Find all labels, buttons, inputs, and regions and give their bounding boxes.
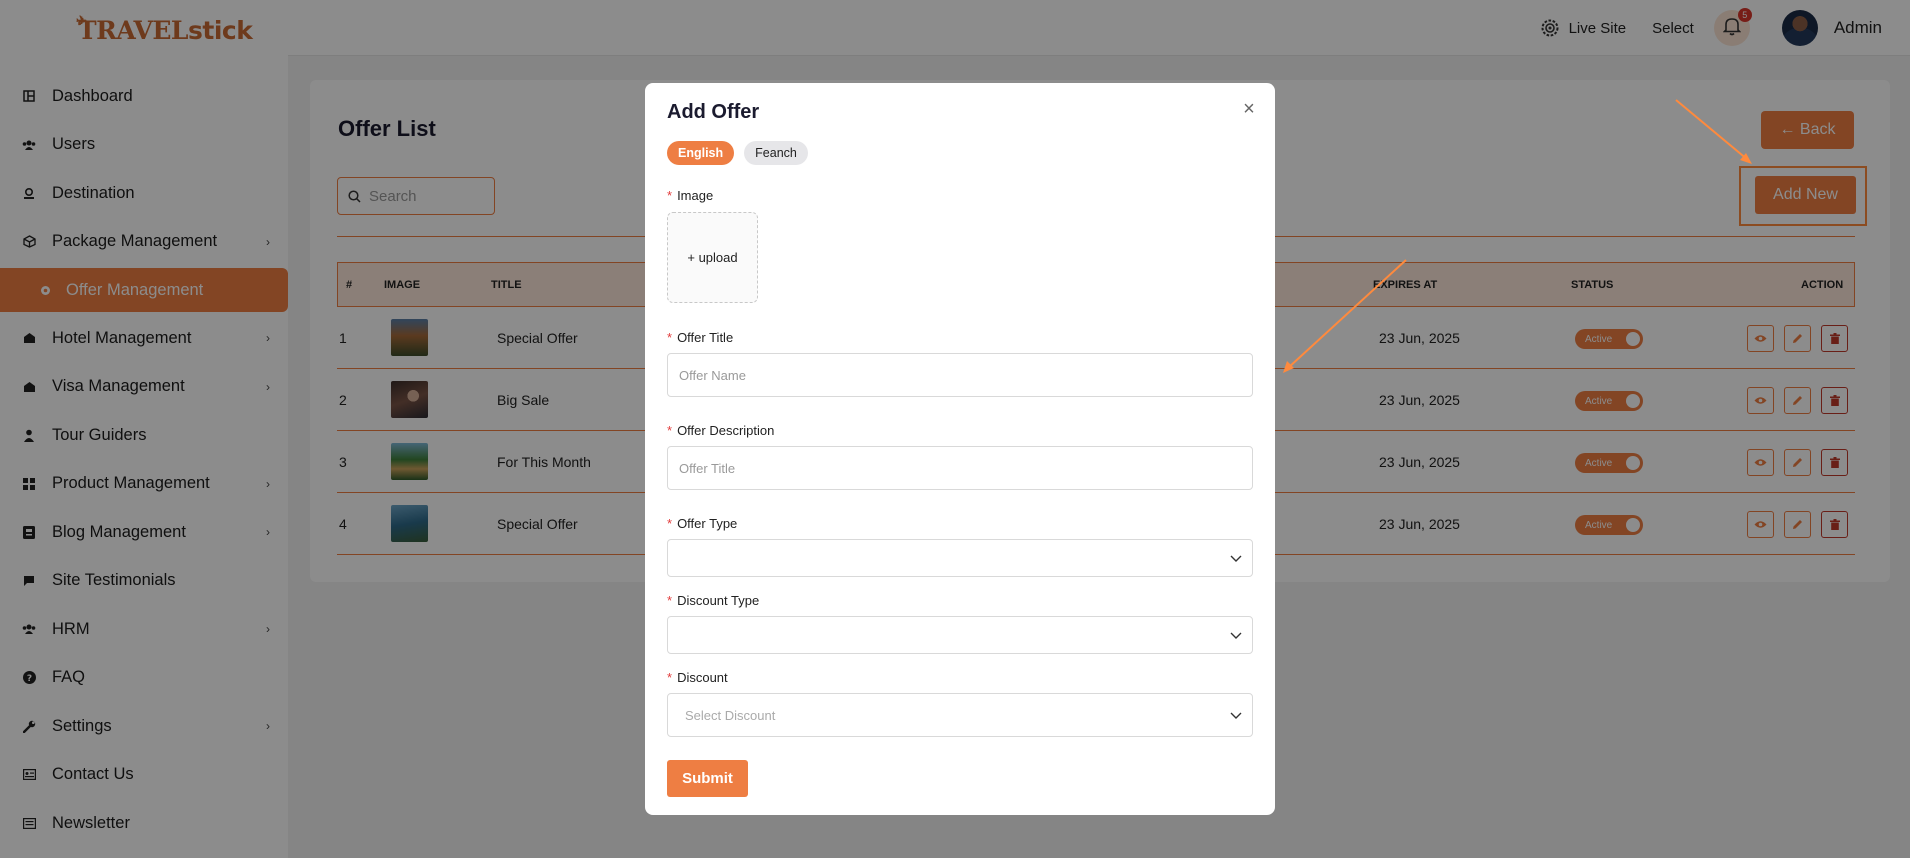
discount-select[interactable]: Select Discount [667,693,1253,737]
offer-description-placeholder: Offer Title [679,460,736,476]
discount-type-label-text: Discount Type [677,593,760,608]
offer-type-label: * Offer Type [667,516,738,531]
discount-type-label: * Discount Type [667,593,760,608]
chevron-down-icon [1230,551,1242,566]
image-upload[interactable]: + upload [667,212,758,303]
offer-type-select[interactable] [667,539,1253,577]
upload-label: + upload [687,250,738,265]
image-label-text: Image [677,188,714,203]
chevron-down-icon [1230,628,1242,643]
add-offer-modal: Add Offer × English Feanch * Image + uplo… [645,83,1275,815]
image-label: * Image [667,188,714,203]
modal-title: Add Offer [667,101,760,123]
submit-button[interactable]: Submit [667,760,748,797]
language-tabs: English Feanch [667,141,818,165]
offer-description-input[interactable]: Offer Title [667,446,1253,490]
offer-description-label: * Offer Description [667,423,775,438]
chevron-down-icon [1230,708,1242,723]
offer-description-label-text: Offer Description [677,423,775,438]
annotation-arrow-add-new [1675,99,1749,161]
discount-label-text: Discount [677,670,728,685]
offer-title-label: * Offer Title [667,330,734,345]
tab-french[interactable]: Feanch [744,141,808,165]
offer-title-label-text: Offer Title [677,330,734,345]
discount-placeholder: Select Discount [685,707,776,723]
offer-title-placeholder: Offer Name [679,367,746,383]
close-icon[interactable]: × [1239,99,1259,119]
tab-english[interactable]: English [667,141,735,165]
offer-type-label-text: Offer Type [677,516,738,531]
discount-type-select[interactable] [667,616,1253,654]
discount-label: * Discount [667,670,728,685]
annotation-arrow-modal [1287,259,1407,369]
offer-title-input[interactable]: Offer Name [667,353,1253,397]
